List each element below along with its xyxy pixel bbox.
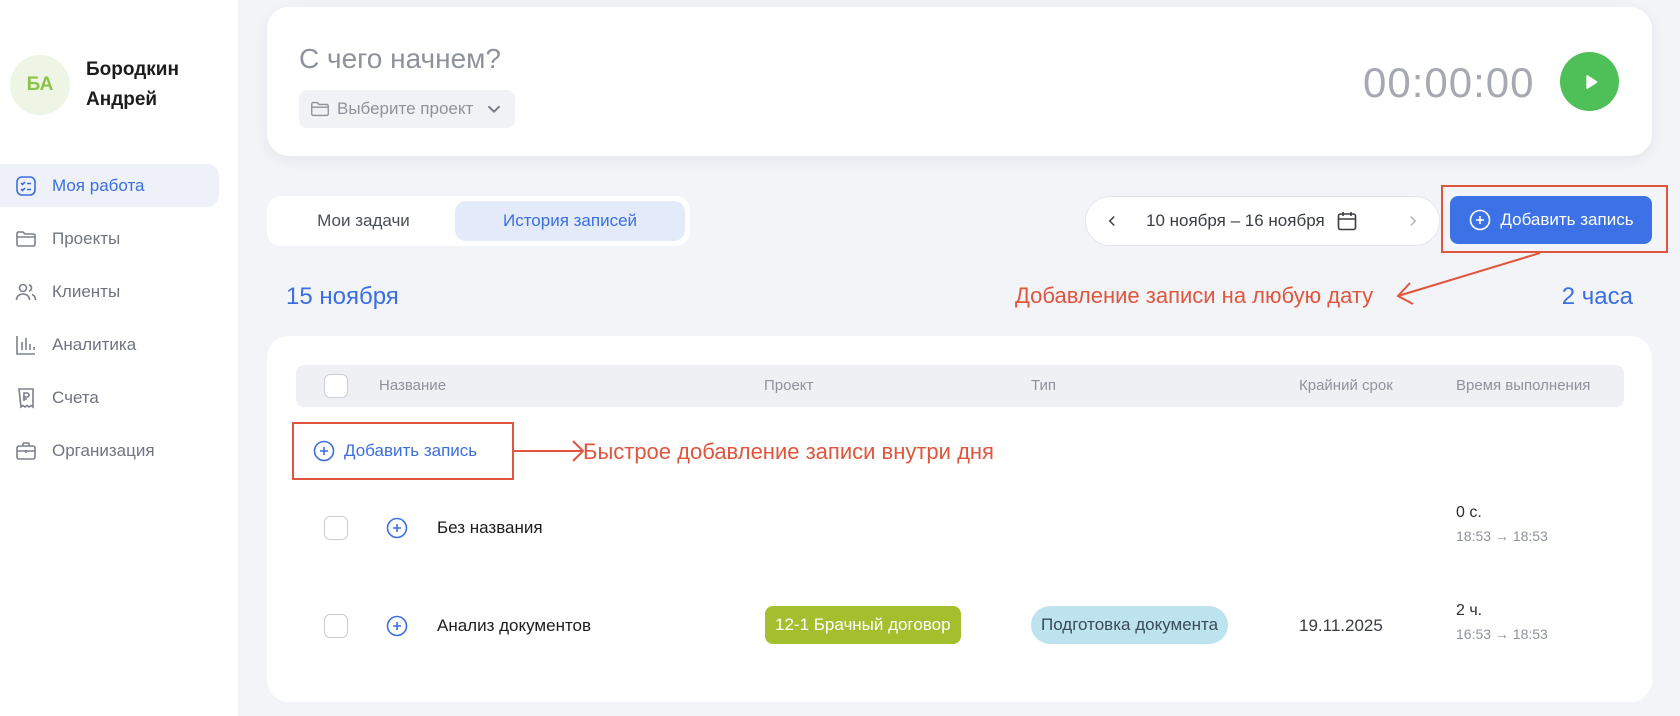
chevron-left-icon — [1108, 215, 1115, 227]
date-range-label[interactable]: 10 ноября – 16 ноября — [1146, 211, 1325, 231]
plus-circle-icon[interactable] — [385, 614, 409, 638]
annotation-text: Добавление записи на любую дату — [1015, 283, 1374, 308]
sidebar-item-my-work[interactable]: Моя работа — [0, 164, 219, 207]
sidebar-item-label: Организация — [52, 440, 155, 460]
folder-icon — [311, 101, 329, 117]
row-checkbox[interactable] — [324, 614, 348, 638]
type-badge[interactable]: Подготовка документа — [1031, 606, 1229, 644]
plus-circle-icon[interactable] — [385, 516, 409, 540]
entry-duration: 2 ч. — [1456, 602, 1483, 619]
sidebar-item-organization[interactable]: Организация — [0, 429, 219, 472]
sidebar: БА Бородкин Андрей Моя работа Проекты Кл… — [0, 0, 238, 716]
tab-history[interactable]: История записей — [455, 201, 685, 241]
sidebar-item-label: Счета — [52, 387, 99, 407]
user-name: Бородкин Андрей — [86, 59, 179, 110]
sidebar-item-label: Аналитика — [52, 334, 137, 354]
entry-time-span: 16:53 → 18:53 — [1456, 626, 1548, 642]
sidebar-item-label: Проекты — [52, 228, 121, 248]
sidebar-item-label: Моя работа — [52, 175, 145, 195]
entry-deadline: 19.11.2025 — [1299, 616, 1383, 635]
users-icon — [15, 283, 37, 300]
briefcase-icon — [16, 441, 36, 460]
entry-time-span: 18:53 → 18:53 — [1456, 528, 1548, 544]
sidebar-item-projects[interactable]: Проекты — [0, 217, 219, 260]
column-header-type: Тип — [1031, 377, 1057, 394]
start-timer-button[interactable] — [1560, 52, 1619, 111]
avatar: БА — [10, 55, 70, 115]
table-header: Название Проект Тип Крайний срок Время в… — [296, 365, 1624, 407]
annotation-highlight-box — [292, 422, 514, 480]
play-icon — [1585, 74, 1597, 89]
user-profile[interactable]: БА Бородкин Андрей — [10, 55, 196, 115]
entry-duration: 0 с. — [1456, 504, 1482, 521]
column-header-name: Название — [379, 377, 447, 394]
prev-week-button[interactable] — [1086, 197, 1138, 245]
entries-table: Название Проект Тип Крайний срок Время в… — [267, 336, 1652, 702]
select-all-checkbox[interactable] — [324, 374, 348, 398]
row-checkbox[interactable] — [324, 516, 348, 540]
tasks-icon — [16, 175, 36, 196]
sidebar-item-analytics[interactable]: Аналитика — [0, 323, 219, 366]
view-tabs: Мои задачи История записей — [267, 196, 690, 246]
folder-icon — [16, 230, 36, 247]
sidebar-item-label: Клиенты — [52, 281, 121, 301]
project-select[interactable]: Выберите проект — [299, 90, 516, 128]
table-row[interactable]: Анализ документов 12-1 Брачный договор П… — [267, 596, 1652, 656]
table-row[interactable]: Без названия 0 с. 18:53 → 18:53 — [267, 498, 1652, 558]
entry-title[interactable]: Без названия — [437, 518, 543, 538]
timer-display: 00:00:00 — [1363, 59, 1535, 106]
sidebar-item-clients[interactable]: Клиенты — [0, 270, 219, 313]
column-header-time: Время выполнения — [1456, 377, 1591, 394]
chevron-down-icon — [488, 105, 501, 114]
chart-icon — [16, 335, 35, 355]
date-range-picker: 10 ноября – 16 ноября — [1085, 196, 1440, 246]
day-title: 15 ноября — [286, 283, 399, 310]
entry-title[interactable]: Анализ документов — [437, 616, 591, 636]
column-header-deadline: Крайний срок — [1299, 377, 1393, 394]
annotation-arrow-line — [1397, 252, 1541, 297]
column-header-project: Проект — [764, 377, 814, 394]
annotation-highlight-box — [1441, 185, 1668, 253]
chevron-right-icon — [1410, 215, 1417, 227]
project-select-label: Выберите проект — [337, 99, 474, 118]
timer-card: С чего начнем? Выберите проект 00:00:00 — [267, 7, 1652, 156]
sidebar-nav: Моя работа Проекты Клиенты Аналитика Сче… — [0, 164, 219, 482]
timer-description-input[interactable]: С чего начнем? — [299, 43, 501, 75]
sidebar-item-invoices[interactable]: Счета — [0, 376, 219, 419]
tab-my-tasks[interactable]: Мои задачи — [272, 201, 455, 241]
next-week-button[interactable] — [1387, 197, 1439, 245]
day-total: 2 часа — [1561, 283, 1633, 310]
annotation-arrowhead — [1396, 282, 1414, 305]
project-badge[interactable]: 12-1 Брачный договор — [765, 606, 961, 644]
invoice-icon — [18, 387, 34, 409]
calendar-icon[interactable] — [1335, 209, 1359, 233]
annotation-text: Быстрое добавление записи внутри дня — [583, 439, 994, 464]
